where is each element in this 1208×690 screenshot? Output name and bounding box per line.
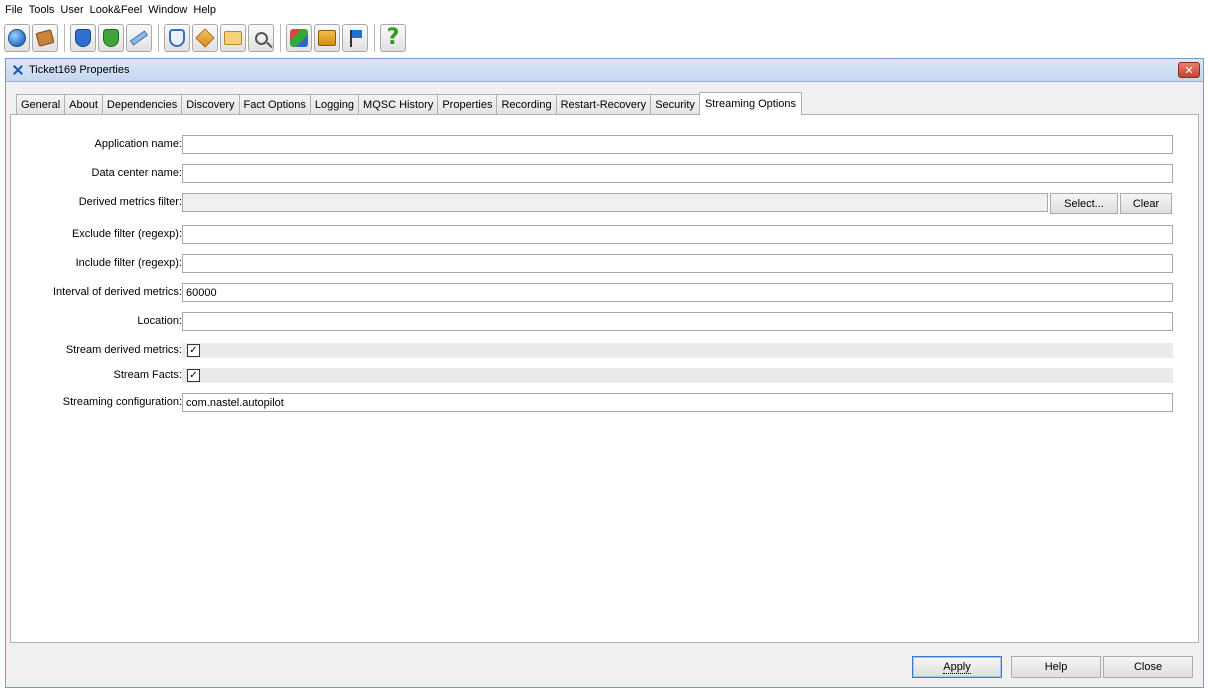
row-stream-derived-metrics: Stream derived metrics: ✓: [11, 341, 1200, 361]
package-icon: [35, 29, 55, 47]
apply-button-label: Apply: [943, 660, 971, 674]
location-label: Location:: [137, 315, 182, 327]
streaming-configuration-label: Streaming configuration:: [62, 396, 182, 408]
tab-restart-recovery[interactable]: Restart-Recovery: [555, 94, 652, 115]
stream-derived-metrics-label: Stream derived metrics:: [65, 344, 182, 356]
tab-about[interactable]: About: [64, 94, 103, 115]
data-center-name-label: Data center name:: [91, 167, 183, 179]
derived-metrics-filter-input[interactable]: [182, 193, 1048, 212]
tab-general[interactable]: General: [16, 94, 66, 115]
toolbar-separator: [158, 24, 159, 52]
ticket-icon: [11, 63, 25, 77]
toolbar: ?: [0, 19, 1208, 57]
tab-security[interactable]: Security: [650, 94, 700, 115]
row-include-filter: Include filter (regexp):: [11, 254, 1200, 274]
row-application-name: Application name:: [11, 135, 1200, 155]
toolbar-shield-outline-button[interactable]: [164, 24, 190, 52]
streaming-options-panel: Application name: Data center name: Deri…: [10, 114, 1199, 643]
flag-icon: [348, 29, 362, 47]
tab-fact-options[interactable]: Fact Options: [238, 94, 311, 115]
row-derived-metrics-filter: Derived metrics filter: Select... Clear: [11, 193, 1200, 214]
tab-properties[interactable]: Properties: [437, 94, 498, 115]
gear-folder-icon: [224, 31, 242, 45]
toolbar-shield-blue-button[interactable]: [70, 24, 96, 52]
row-streaming-configuration: Streaming configuration:: [11, 393, 1200, 413]
tab-recording[interactable]: Recording: [496, 94, 557, 115]
row-exclude-filter: Exclude filter (regexp):: [11, 225, 1200, 245]
tab-discovery[interactable]: Discovery: [181, 94, 240, 115]
interval-derived-metrics-input[interactable]: [182, 283, 1173, 302]
include-filter-input[interactable]: [182, 254, 1173, 273]
menu-look-and-feel[interactable]: Look&Feel: [90, 4, 143, 16]
toolbar-box-button[interactable]: [192, 24, 218, 52]
clear-button[interactable]: Clear: [1120, 193, 1172, 214]
menu-user[interactable]: User: [60, 4, 83, 16]
select-button[interactable]: Select...: [1050, 193, 1118, 214]
menu-bar: File Tools User Look&Feel Window Help: [0, 0, 1208, 19]
tab-logging[interactable]: Logging: [309, 94, 360, 115]
shield-outline-icon: [169, 29, 185, 47]
tab-mqsc-history[interactable]: MQSC History: [358, 94, 439, 115]
stream-facts-checkbox[interactable]: ✓: [187, 369, 200, 382]
exclude-filter-input[interactable]: [182, 225, 1173, 244]
toolbar-globe-button[interactable]: [4, 24, 30, 52]
interval-derived-metrics-label: Interval of derived metrics:: [53, 286, 182, 298]
pencil-icon: [129, 30, 149, 46]
toolbar-help-button[interactable]: ?: [380, 24, 406, 52]
gift-icon: [318, 30, 336, 46]
toolbar-flag-button[interactable]: [342, 24, 368, 52]
toolbar-pencil-button[interactable]: [126, 24, 152, 52]
properties-window: Ticket169 Properties ✕ General About Dep…: [5, 58, 1204, 688]
box-orange-icon: [195, 28, 215, 48]
application-name-label: Application name:: [94, 138, 182, 150]
location-input[interactable]: [182, 312, 1173, 331]
stream-derived-metrics-checkbox[interactable]: ✓: [187, 344, 200, 357]
shield-green-icon: [103, 29, 119, 47]
toolbar-gift-button[interactable]: [314, 24, 340, 52]
row-interval-derived-metrics: Interval of derived metrics:: [11, 283, 1200, 303]
menu-help[interactable]: Help: [193, 4, 216, 16]
window-title: Ticket169 Properties: [29, 64, 130, 76]
derived-metrics-filter-label: Derived metrics filter:: [78, 196, 182, 208]
window-title-bar[interactable]: Ticket169 Properties: [6, 59, 1203, 82]
data-center-name-input[interactable]: [182, 164, 1173, 183]
checkbox-row-background: [182, 368, 1173, 383]
stream-facts-label: Stream Facts:: [113, 369, 182, 381]
toolbar-tools-button[interactable]: [286, 24, 312, 52]
toolbar-search-button[interactable]: [248, 24, 274, 52]
tab-dependencies[interactable]: Dependencies: [101, 94, 183, 115]
toolbar-package-button[interactable]: [32, 24, 58, 52]
menu-file[interactable]: File: [5, 4, 23, 16]
checkbox-row-background: [182, 343, 1173, 358]
globe-icon: [8, 29, 26, 47]
menu-tools[interactable]: Tools: [29, 4, 55, 16]
close-button[interactable]: Close: [1103, 656, 1193, 678]
help-button[interactable]: Help: [1011, 656, 1101, 678]
row-data-center-name: Data center name:: [11, 164, 1200, 184]
tab-streaming-options[interactable]: Streaming Options: [698, 92, 803, 115]
toolbar-separator: [374, 24, 375, 52]
tool-mix-icon: [290, 29, 308, 47]
streaming-configuration-input[interactable]: [182, 393, 1173, 412]
shield-blue-icon: [75, 29, 91, 47]
toolbar-separator: [280, 24, 281, 52]
apply-button[interactable]: Apply: [912, 656, 1002, 678]
menu-window[interactable]: Window: [148, 4, 187, 16]
application-name-input[interactable]: [182, 135, 1173, 154]
toolbar-shield-green-button[interactable]: [98, 24, 124, 52]
magnifier-icon: [254, 31, 268, 45]
include-filter-label: Include filter (regexp):: [75, 257, 182, 269]
row-location: Location:: [11, 312, 1200, 332]
help-icon: ?: [386, 25, 400, 50]
row-stream-facts: Stream Facts: ✓: [11, 366, 1200, 386]
window-close-button[interactable]: ✕: [1178, 62, 1200, 78]
exclude-filter-label: Exclude filter (regexp):: [71, 228, 182, 240]
toolbar-gear-folder-button[interactable]: [220, 24, 246, 52]
tab-bar: General About Dependencies Discovery Fac…: [16, 92, 803, 115]
toolbar-separator: [64, 24, 65, 52]
